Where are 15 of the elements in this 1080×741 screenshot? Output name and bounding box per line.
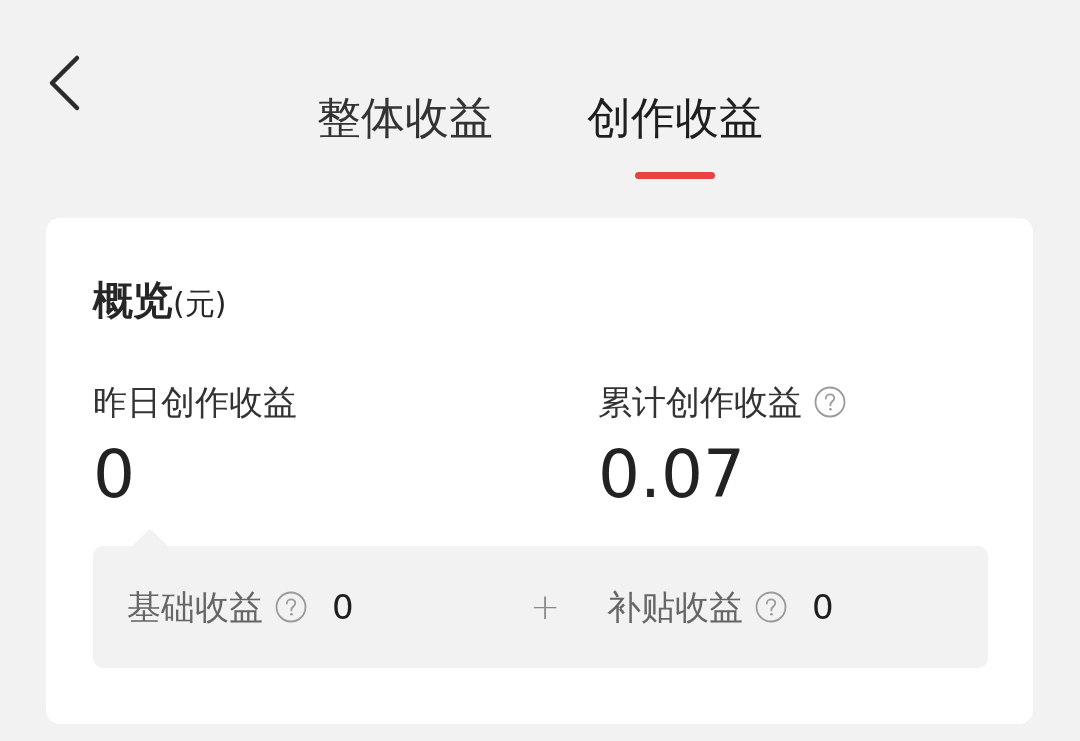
breakdown-label: 补贴收益	[607, 587, 743, 627]
stat-value: 0	[93, 440, 135, 510]
plus-sign: +	[530, 587, 556, 627]
tab[interactable]: 创作收益	[587, 92, 763, 218]
help-icon[interactable]	[814, 386, 846, 418]
help-icon[interactable]	[755, 591, 787, 623]
stat-label: 昨日创作收益	[93, 382, 297, 422]
overview-title: 概览(元)	[93, 276, 227, 325]
stat-value: 0.07	[598, 440, 745, 510]
stat-label: 累计创作收益	[598, 382, 802, 422]
help-icon[interactable]	[275, 591, 307, 623]
breakdown-value: 0	[812, 587, 834, 627]
tab[interactable]: 整体收益	[317, 92, 493, 218]
breakdown-value: 0	[332, 587, 354, 627]
breakdown-label: 基础收益	[127, 587, 263, 627]
